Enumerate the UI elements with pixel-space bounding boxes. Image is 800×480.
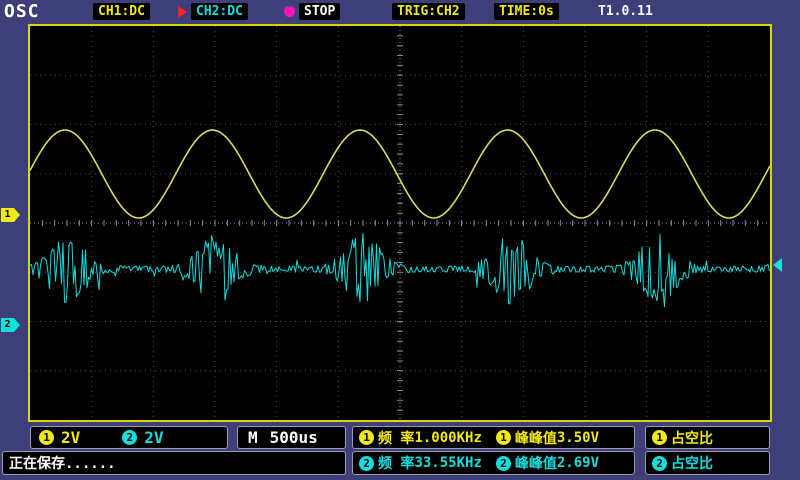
ch1-vpp-value: 3.50V <box>557 430 599 446</box>
ch2-duty-group: 2 占空比 <box>652 453 713 473</box>
ch1-badge-icon: 1 <box>39 430 54 445</box>
ch2-freq-badge-icon: 2 <box>359 456 374 471</box>
active-channel-arrow-icon <box>178 6 187 18</box>
ch1-scale-value: 2V <box>61 428 80 447</box>
ch2-ground-marker[interactable]: 2 <box>1 318 14 332</box>
waveform-display <box>28 24 772 422</box>
ch2-vpp-badge-icon: 2 <box>496 456 511 471</box>
ch2-marker-arrow-icon <box>14 318 20 332</box>
status-message-box: 正在保存...... <box>2 451 346 475</box>
ch1-vpp-badge-icon: 1 <box>496 430 511 445</box>
ch1-ground-marker-label: 1 <box>4 209 10 220</box>
ch1-freq-badge-icon: 1 <box>359 430 374 445</box>
top-status-bar: OSC CH1:DC CH2:DC STOP TRIG:CH2 TIME:0s … <box>0 0 800 23</box>
ch2-duty-label: 占空比 <box>671 453 713 473</box>
ch2-ground-marker-label: 2 <box>4 319 10 330</box>
ch1-vpp-label: 峰峰值 <box>515 428 557 448</box>
ch2-vpp-value: 2.69V <box>557 455 599 471</box>
ch2-freq-readout: 2 频 率 33.55KHz <box>359 453 482 473</box>
stop-dot-icon <box>284 6 295 17</box>
ch2-freq-label: 频 率 <box>378 453 414 473</box>
timebase-value: 500us <box>270 428 318 447</box>
ch1-scale[interactable]: 1 2V <box>39 428 80 447</box>
ch1-marker-arrow-icon <box>14 208 20 222</box>
ch2-vpp-label: 峰峰值 <box>515 453 557 473</box>
ch1-measurements: 1 频 率 1.000KHz 1 峰峰值 3.50V <box>352 426 635 449</box>
ch2-vpp-readout: 2 峰峰值 2.69V <box>496 453 599 473</box>
waveform-svg <box>30 26 770 420</box>
ch1-duty-readout: 1 占空比 <box>645 426 770 449</box>
ch1-duty-badge-icon: 1 <box>652 430 667 445</box>
ch2-duty-badge-icon: 2 <box>652 456 667 471</box>
run-state-indicator[interactable]: STOP <box>299 3 340 20</box>
timebase-label: M <box>248 428 258 447</box>
status-message: 正在保存...... <box>9 453 116 473</box>
ch2-duty-readout: 2 占空比 <box>645 451 770 475</box>
ch2-freq-value: 33.55KHz <box>414 455 481 471</box>
ch2-measurements: 2 频 率 33.55KHz 2 峰峰值 2.69V <box>352 451 635 475</box>
time-offset-indicator[interactable]: TIME:0s <box>494 3 559 20</box>
brand-logo: OSC <box>4 1 40 22</box>
ch1-coupling-indicator[interactable]: CH1:DC <box>93 3 150 20</box>
ch1-freq-label: 频 率 <box>378 428 414 448</box>
ch1-freq-value: 1.000KHz <box>414 430 481 446</box>
ch1-ground-marker[interactable]: 1 <box>1 208 14 222</box>
ch2-scale[interactable]: 2 2V <box>122 428 163 447</box>
ch2-badge-icon: 2 <box>122 430 137 445</box>
oscilloscope-screen: OSC CH1:DC CH2:DC STOP TRIG:CH2 TIME:0s … <box>0 0 800 480</box>
trigger-level-marker[interactable] <box>773 258 782 272</box>
ch1-duty-group: 1 占空比 <box>652 428 713 448</box>
channel-scale-box: 1 2V 2 2V <box>30 426 228 449</box>
ch2-coupling-indicator[interactable]: CH2:DC <box>191 3 248 20</box>
ch1-vpp-readout: 1 峰峰值 3.50V <box>496 428 599 448</box>
ch1-duty-label: 占空比 <box>671 428 713 448</box>
ch2-scale-value: 2V <box>144 428 163 447</box>
trigger-source-indicator[interactable]: TRIG:CH2 <box>392 3 465 20</box>
timebase[interactable]: M 500us <box>237 426 346 449</box>
ch1-freq-readout: 1 频 率 1.000KHz <box>359 428 482 448</box>
firmware-version: T1.0.11 <box>598 3 653 20</box>
